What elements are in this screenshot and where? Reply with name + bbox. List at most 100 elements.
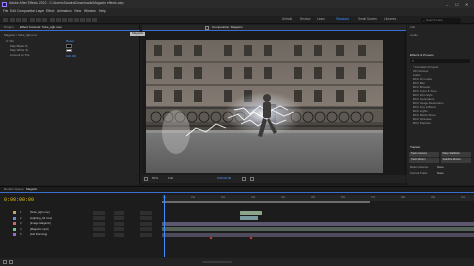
- keyframe-icon[interactable]: [209, 236, 213, 240]
- tab-effect-controls[interactable]: Effect Controls: Tebe_ligh.mov: [20, 25, 62, 29]
- close-button[interactable]: ✕: [465, 2, 468, 7]
- layer-label-swatch[interactable]: [13, 211, 16, 215]
- menu-composition[interactable]: Composition: [17, 10, 35, 14]
- menu-animation[interactable]: Animation: [57, 10, 72, 14]
- parent-dropdown[interactable]: [140, 210, 152, 215]
- blend-mode-dropdown[interactable]: [93, 232, 105, 237]
- track-matte-dropdown[interactable]: [114, 210, 124, 215]
- effect-tint[interactable]: fx Tint: [6, 40, 14, 43]
- layer-bar[interactable]: [240, 210, 262, 215]
- track-motion-button[interactable]: Track Motion: [409, 158, 439, 163]
- menu-file[interactable]: File: [3, 10, 8, 14]
- eraser-tool-icon[interactable]: [80, 17, 85, 23]
- layer-name[interactable]: [Image Magazin]: [30, 222, 51, 225]
- camera-tool-icon[interactable]: [36, 17, 41, 23]
- workspace-standard[interactable]: Standard: [336, 17, 349, 21]
- menu-view[interactable]: View: [74, 10, 81, 14]
- type-tool-icon[interactable]: [62, 17, 67, 23]
- selection-tool-icon[interactable]: [10, 17, 15, 23]
- current-track-dropdown[interactable]: None: [437, 172, 444, 175]
- menu-layer[interactable]: Layer: [36, 10, 44, 14]
- viewer-timecode[interactable]: 0:00:00:00: [217, 177, 231, 180]
- tab-render-queue[interactable]: Render Queue: [4, 188, 24, 191]
- layer-name[interactable]: [Girl Running]: [30, 233, 47, 236]
- parent-dropdown[interactable]: [140, 216, 152, 221]
- layer-name[interactable]: [Lighting_02.mov]: [30, 216, 52, 220]
- map-white-swatch[interactable]: [66, 48, 72, 52]
- track-camera-button[interactable]: Track Camera: [409, 152, 439, 157]
- layer-row[interactable]: 2 [Lighting_02.mov]: [0, 216, 160, 221]
- hand-tool-icon[interactable]: [16, 17, 21, 23]
- layer-name[interactable]: [Magazin.mp4]: [30, 227, 48, 231]
- layer-bar[interactable]: [162, 232, 474, 237]
- rectangle-tool-icon[interactable]: [50, 17, 55, 23]
- track-matte-dropdown[interactable]: [114, 232, 124, 237]
- tab-info[interactable]: Info: [410, 25, 415, 29]
- workspace-review[interactable]: Review: [300, 17, 310, 21]
- zoom-slider[interactable]: [202, 260, 232, 263]
- minimize-button[interactable]: –: [446, 2, 448, 7]
- layer-bar[interactable]: [162, 221, 474, 226]
- resolution-dropdown[interactable]: Full: [168, 177, 173, 180]
- modes-icon[interactable]: [9, 260, 13, 264]
- composition-frame[interactable]: [146, 40, 383, 173]
- home-tool-icon[interactable]: [3, 17, 8, 23]
- puppet-tool-icon[interactable]: [92, 17, 97, 23]
- effects-category[interactable]: BCC Particles: [413, 122, 431, 125]
- tab-timeline-comp[interactable]: Magazin: [26, 188, 37, 191]
- workspace-default[interactable]: Default: [282, 17, 292, 21]
- layer-label-swatch[interactable]: [13, 227, 16, 231]
- work-area-bar[interactable]: [162, 201, 370, 203]
- comp-name-badge[interactable]: Magazin: [130, 31, 146, 36]
- track-matte-dropdown[interactable]: [114, 216, 124, 221]
- zoom-tool-icon[interactable]: [22, 17, 27, 23]
- layer-label-swatch[interactable]: [13, 222, 16, 226]
- layer-row[interactable]: 4 [Magazin.mp4]: [0, 227, 160, 232]
- current-time-display[interactable]: 0:00:00:00: [4, 198, 34, 203]
- parent-dropdown[interactable]: [140, 227, 152, 232]
- layer-label-swatch[interactable]: [13, 233, 16, 237]
- current-time-indicator[interactable]: [164, 195, 165, 257]
- parent-dropdown[interactable]: [140, 232, 152, 237]
- pan-behind-tool-icon[interactable]: [42, 17, 47, 23]
- always-preview-icon[interactable]: [144, 176, 148, 181]
- blend-mode-dropdown[interactable]: [93, 221, 105, 226]
- keyframe-icon[interactable]: [249, 236, 253, 240]
- menu-edit[interactable]: Edit: [10, 10, 16, 14]
- brush-tool-icon[interactable]: [68, 17, 73, 23]
- track-matte-dropdown[interactable]: [114, 221, 124, 226]
- layer-bar[interactable]: [162, 227, 474, 232]
- track-matte-dropdown[interactable]: [114, 227, 124, 232]
- tab-project[interactable]: Project: [4, 25, 14, 29]
- clone-stamp-tool-icon[interactable]: [74, 17, 79, 23]
- map-black-swatch[interactable]: [66, 44, 72, 48]
- workspace-small-screen[interactable]: Small Screen: [358, 17, 377, 21]
- workspace-learn[interactable]: Learn: [317, 17, 325, 21]
- workspace-libraries[interactable]: Libraries: [384, 17, 396, 21]
- zoom-dropdown[interactable]: 50%: [152, 177, 158, 180]
- menu-effect[interactable]: Effect: [46, 10, 54, 14]
- layer-row[interactable]: 5 [Girl Running]: [0, 232, 160, 237]
- blend-mode-dropdown[interactable]: [93, 216, 105, 221]
- blend-mode-dropdown[interactable]: [93, 210, 105, 215]
- blend-mode-dropdown[interactable]: [93, 227, 105, 232]
- timeline-tracks[interactable]: 0s 01s 02s 03s 04s 05s 06s 07s 08s 09s 1…: [162, 195, 474, 259]
- rotate-tool-icon[interactable]: [30, 17, 35, 23]
- lock-icon[interactable]: [205, 25, 209, 30]
- reset-link[interactable]: Reset: [66, 40, 74, 43]
- layer-row[interactable]: 1 [Tebe_ligh.mov]: [0, 210, 160, 215]
- amount-to-tint-value[interactable]: 100.0%: [66, 54, 76, 58]
- layer-row[interactable]: 3 [Image Magazin]: [0, 221, 160, 226]
- menu-window[interactable]: Window: [84, 10, 96, 14]
- channel-icon[interactable]: [250, 176, 254, 181]
- maximize-button[interactable]: ☐: [455, 2, 459, 7]
- tab-audio[interactable]: Audio: [410, 33, 418, 37]
- parent-dropdown[interactable]: [140, 221, 152, 226]
- motion-source-dropdown[interactable]: None: [437, 166, 444, 169]
- warp-stabilizer-button[interactable]: Warp Stabilizer: [441, 152, 471, 157]
- pen-tool-icon[interactable]: [56, 17, 61, 23]
- layer-name[interactable]: [Tebe_ligh.mov]: [30, 211, 50, 214]
- effects-presets-title[interactable]: Effects & Presets: [410, 53, 434, 57]
- stabilize-motion-button[interactable]: Stabilize Motion: [441, 158, 471, 163]
- roto-brush-tool-icon[interactable]: [86, 17, 91, 23]
